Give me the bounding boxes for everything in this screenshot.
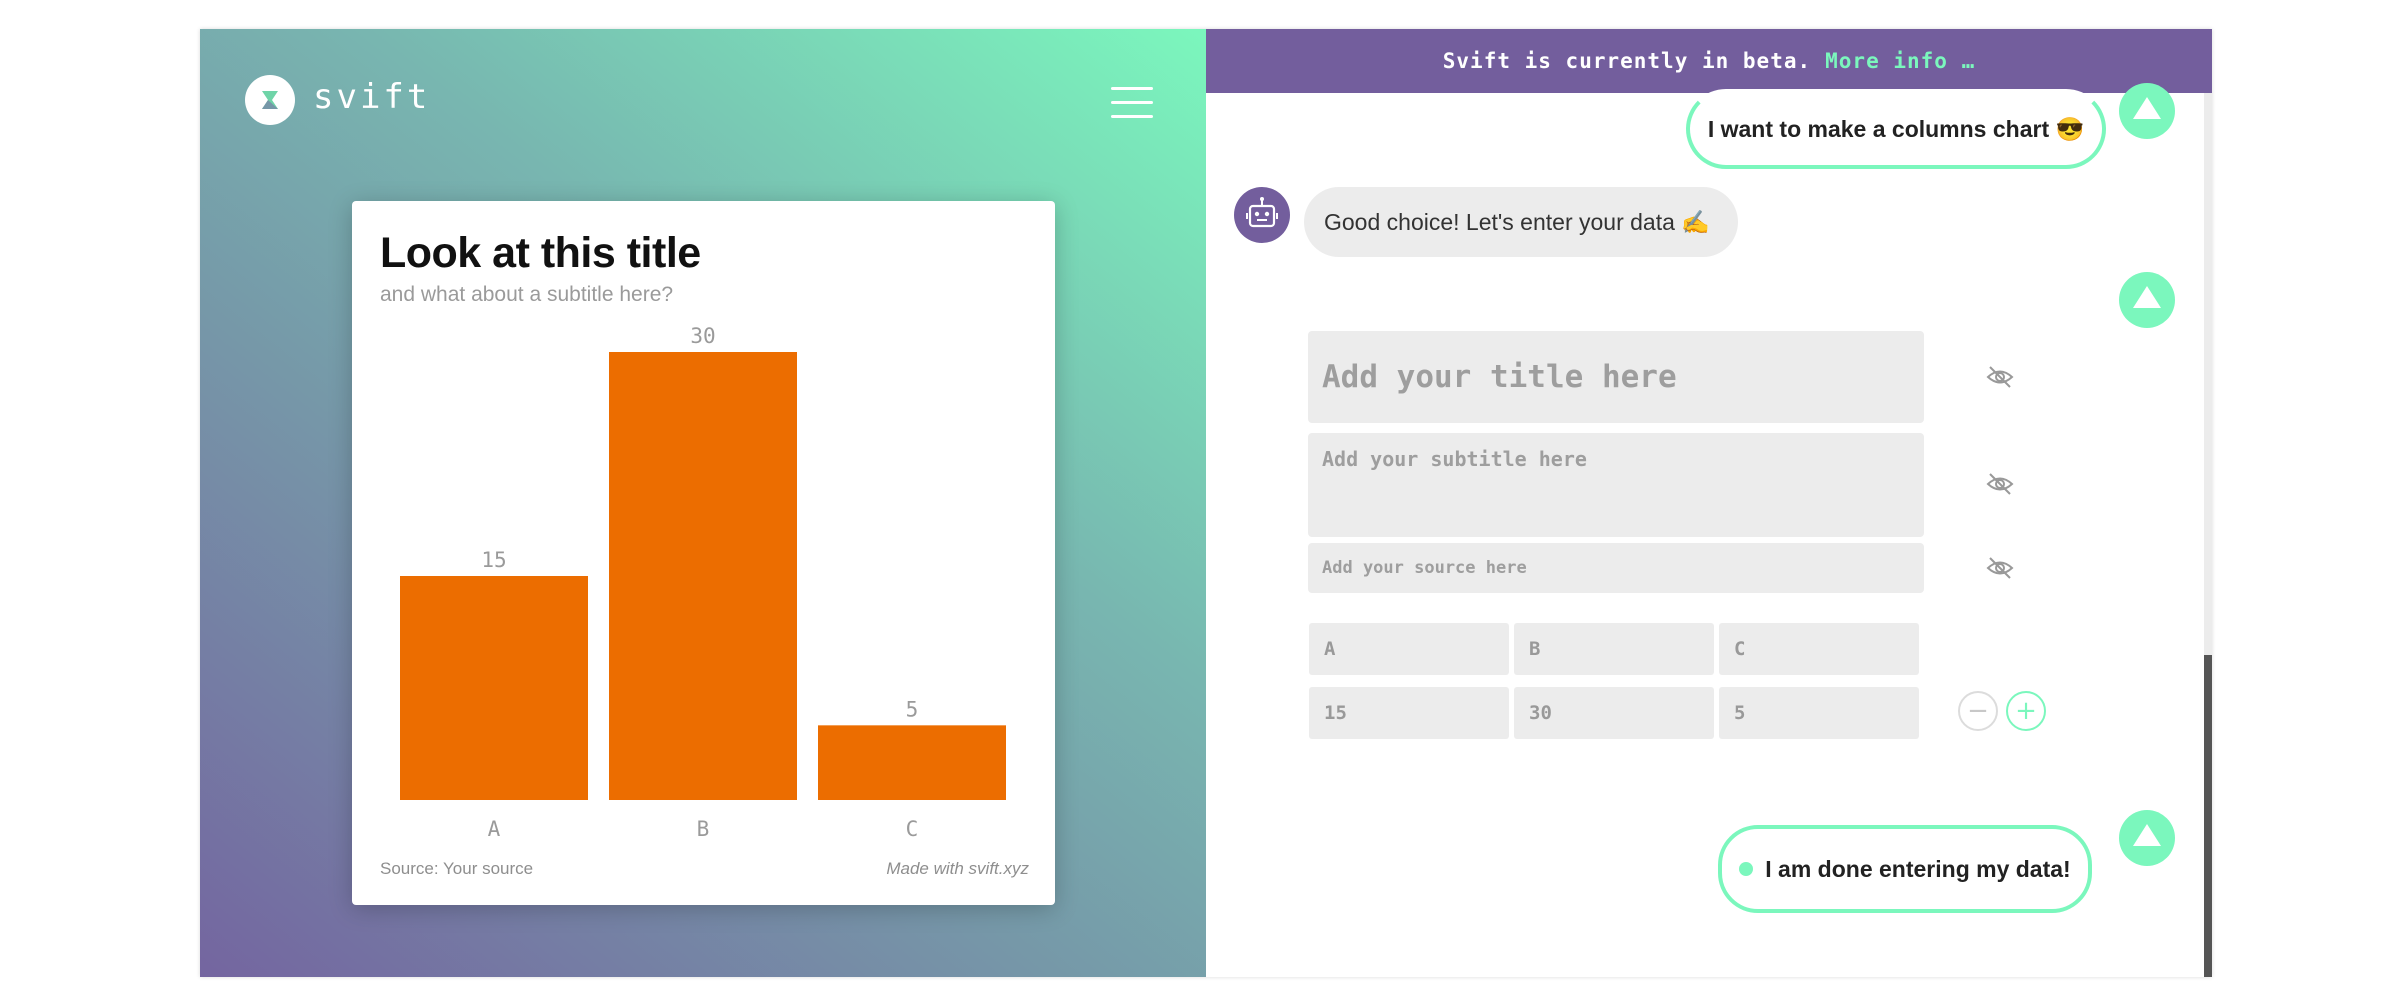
bar-C — [818, 725, 1006, 800]
subtitle-input[interactable] — [1308, 433, 1924, 537]
done-entering-data-button[interactable]: I am done entering my data! — [1718, 825, 2092, 913]
brand-name[interactable]: svift — [313, 77, 430, 117]
add-column-button[interactable]: + — [2006, 691, 2046, 731]
remove-column-button[interactable]: − — [1958, 691, 1998, 731]
chevron-up-icon[interactable] — [2119, 810, 2175, 866]
eye-slash-icon[interactable] — [1984, 361, 2016, 393]
bot-message-bubble: Good choice! Let's enter your data ✍️ — [1304, 187, 1738, 257]
table-value-cell[interactable]: 30 — [1514, 687, 1714, 739]
beta-banner: Svift is currently in beta. More info … — [1206, 29, 2212, 93]
done-button-label: I am done entering my data! — [1765, 855, 2071, 882]
chat-panel: Svift is currently in beta. More info … … — [1206, 29, 2212, 977]
chart-source: Source: Your source — [380, 859, 534, 878]
category-label: B — [697, 817, 710, 841]
scrollbar-thumb[interactable] — [2204, 655, 2212, 977]
bar-value-label: 15 — [481, 548, 506, 572]
chevron-up-icon[interactable] — [2119, 272, 2175, 328]
robot-icon — [1234, 187, 1290, 243]
bar-B — [609, 352, 797, 800]
table-value-cell[interactable]: 5 — [1719, 687, 1919, 739]
category-label: A — [488, 817, 501, 841]
beta-text: Svift is currently in beta. — [1442, 49, 1812, 73]
eye-slash-icon[interactable] — [1984, 468, 2016, 500]
table-header-cell[interactable]: B — [1514, 623, 1714, 675]
table-header-cell[interactable]: A — [1309, 623, 1509, 675]
eye-slash-icon[interactable] — [1984, 552, 2016, 584]
bar-value-label: 5 — [906, 697, 919, 721]
status-dot — [1739, 862, 1754, 876]
chevron-up-icon[interactable] — [2119, 83, 2175, 139]
bot-message-text: Good choice! Let's enter your data ✍️ — [1324, 208, 1710, 235]
logo-icon[interactable] — [245, 75, 295, 125]
user-message-bubble: I want to make a columns chart 😎 — [1686, 89, 2106, 169]
more-info-link[interactable]: More info … — [1825, 49, 1975, 73]
made-with-label: Made with svift.xyz — [886, 859, 1029, 878]
preview-panel: svift Look at this title and what about … — [200, 29, 1206, 977]
user-message-text: I want to make a columns chart 😎 — [1707, 115, 2085, 142]
hamburger-icon[interactable] — [1111, 87, 1153, 118]
bar-value-label: 30 — [690, 324, 715, 348]
table-value-cell[interactable]: 15 — [1309, 687, 1509, 739]
table-header-cell[interactable]: C — [1719, 623, 1919, 675]
category-label: C — [906, 817, 919, 841]
columns-chart: 15 A 30 B 5 C — [400, 324, 1006, 841]
app-window: svift Look at this title and what about … — [200, 29, 2212, 977]
chart-card: Look at this title and what about a subt… — [352, 201, 1055, 905]
title-input[interactable] — [1308, 331, 1924, 423]
bar-A — [400, 576, 588, 800]
source-input[interactable] — [1308, 543, 1924, 593]
